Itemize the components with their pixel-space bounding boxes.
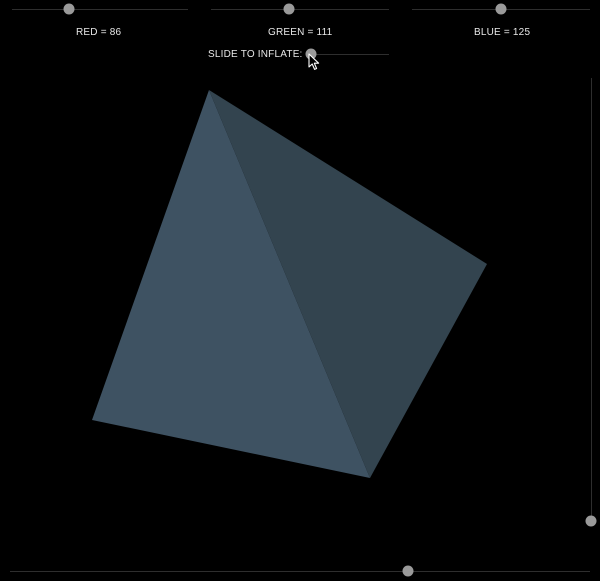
- canvas-stage: RED = 86 GREEN = 111 BLUE = 125 SLIDE TO…: [0, 0, 600, 581]
- tetrahedron-shape[interactable]: [0, 0, 600, 581]
